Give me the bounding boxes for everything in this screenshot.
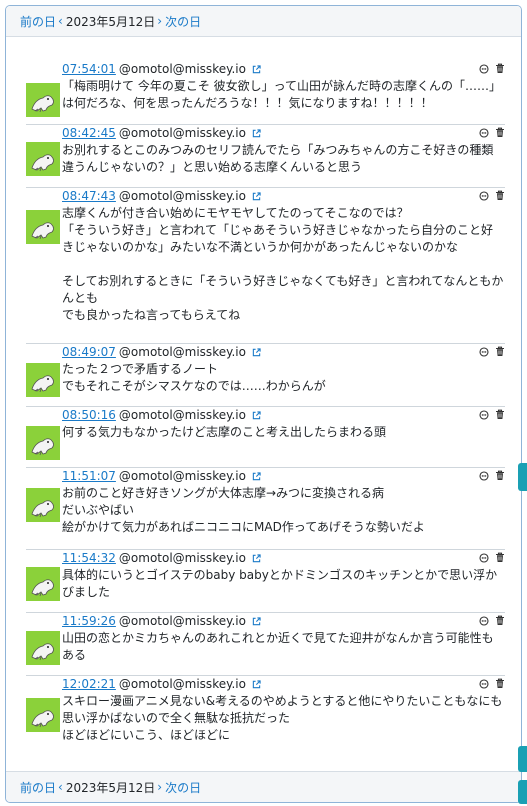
note-username: @omotol@misskey.io xyxy=(118,62,246,76)
external-link-icon[interactable] xyxy=(252,614,261,626)
note-item: 08:42:45 @omotol@misskey.io お別れするとこのみつみのセリ… xyxy=(26,124,505,176)
external-link-icon[interactable] xyxy=(252,677,261,689)
quote-icon[interactable] xyxy=(479,469,489,481)
avatar[interactable] xyxy=(26,698,60,732)
timeline-panel: 前の日 ‹ 2023年5月12日 › 次の日 07:54:01 @omotol@m… xyxy=(5,5,522,803)
note-item: 11:51:07 @omotol@misskey.io お前のこと好き好きソングが大… xyxy=(26,467,505,536)
chevron-right-icon: › xyxy=(157,780,163,794)
note-text: 何する気力もなかったけど志摩のこと考え出したらまわる頭 xyxy=(62,425,387,439)
avatar[interactable] xyxy=(26,142,60,176)
trash-icon[interactable] xyxy=(495,189,505,200)
side-scroll-tab[interactable] xyxy=(518,780,527,804)
side-scroll-tab[interactable] xyxy=(518,463,527,491)
note-text: お別れするとこのみつみのセリフ読んでたら「みつみちゃんの方こそ好きの種類違うんじ… xyxy=(62,143,494,174)
note-time-link[interactable]: 11:54:32 xyxy=(62,551,116,565)
avatar[interactable] xyxy=(26,210,60,244)
note-username: @omotol@misskey.io xyxy=(118,126,246,140)
prev-day-link[interactable]: 前の日 xyxy=(20,779,56,796)
chevron-right-icon: › xyxy=(157,14,163,28)
next-day-link[interactable]: 次の日 xyxy=(165,13,201,30)
trash-icon[interactable] xyxy=(495,614,505,625)
note-time-link[interactable]: 08:42:45 xyxy=(62,126,116,140)
note-item: 08:47:43 @omotol@misskey.io 志摩くんが付き合い始めにモヤ… xyxy=(26,187,505,324)
trash-icon[interactable] xyxy=(495,469,505,480)
note-time-link[interactable]: 12:02:21 xyxy=(62,677,116,691)
external-link-icon[interactable] xyxy=(252,408,261,420)
note-time-link[interactable]: 11:51:07 xyxy=(62,469,116,483)
note-text: 志摩くんが付き合い始めにモヤモヤしてたのってそこなのでは？ 「そういう好き」と言… xyxy=(62,206,504,322)
trash-icon[interactable] xyxy=(495,126,505,137)
note-item: 07:54:01 @omotol@misskey.io 「梅雨明けて 今年の夏こそ … xyxy=(26,61,505,117)
date-nav-bottom: 前の日 ‹ 2023年5月12日 › 次の日 xyxy=(6,771,521,802)
quote-icon[interactable] xyxy=(479,62,489,74)
quote-icon[interactable] xyxy=(479,551,489,563)
quote-icon[interactable] xyxy=(479,408,489,420)
external-link-icon[interactable] xyxy=(252,469,261,481)
note-item: 11:59:26 @omotol@misskey.io 山田の恋とかミカちゃんのあれ… xyxy=(26,612,505,665)
side-scroll-tab[interactable] xyxy=(518,746,527,772)
note-text: 具体的にいうとゴイステのbaby babyとかドミンゴスのキッチンとかで思い浮か… xyxy=(62,568,498,599)
external-link-icon[interactable] xyxy=(252,189,261,201)
note-username: @omotol@misskey.io xyxy=(118,408,246,422)
trash-icon[interactable] xyxy=(495,677,505,688)
note-time-link[interactable]: 07:54:01 xyxy=(62,62,116,76)
trash-icon[interactable] xyxy=(495,408,505,419)
quote-icon[interactable] xyxy=(479,677,489,689)
note-item: 08:50:16 @omotol@misskey.io 何する気力もなかったけど志摩… xyxy=(26,406,505,460)
external-link-icon[interactable] xyxy=(252,126,261,138)
note-username: @omotol@misskey.io xyxy=(118,614,246,628)
prev-day-link[interactable]: 前の日 xyxy=(20,13,56,30)
note-text: たった２つで矛盾するノート でもそれこそがシマスケなのでは……わからんが xyxy=(62,362,326,393)
trash-icon[interactable] xyxy=(495,551,505,562)
avatar[interactable] xyxy=(26,426,60,460)
note-time-link[interactable]: 08:50:16 xyxy=(62,408,116,422)
avatar[interactable] xyxy=(26,567,60,601)
external-link-icon[interactable] xyxy=(252,345,261,357)
avatar[interactable] xyxy=(26,488,60,522)
next-day-link[interactable]: 次の日 xyxy=(165,779,201,796)
note-username: @omotol@misskey.io xyxy=(118,189,246,203)
note-item: 11:54:32 @omotol@misskey.io 具体的にいうとゴイステのba… xyxy=(26,549,505,601)
avatar[interactable] xyxy=(26,83,60,117)
avatar[interactable] xyxy=(26,363,60,397)
note-text: スキロー漫画アニメ見ない&考えるのやめようとすると他にやりたいこともなにも思い浮… xyxy=(62,694,503,742)
note-username: @omotol@misskey.io xyxy=(118,469,246,483)
trash-icon[interactable] xyxy=(495,62,505,73)
note-username: @omotol@misskey.io xyxy=(118,551,246,565)
current-date: 2023年5月12日 xyxy=(65,780,156,795)
note-item: 12:02:21 @omotol@misskey.io スキロー漫画アニメ見ない&考… xyxy=(26,675,505,744)
note-time-link[interactable]: 08:49:07 xyxy=(62,345,116,359)
avatar[interactable] xyxy=(26,631,60,665)
quote-icon[interactable] xyxy=(479,126,489,138)
quote-icon[interactable] xyxy=(479,614,489,626)
chevron-left-icon: ‹ xyxy=(58,780,63,794)
trash-icon[interactable] xyxy=(495,345,505,356)
current-date: 2023年5月12日 xyxy=(65,14,156,29)
chevron-left-icon: ‹ xyxy=(58,14,63,28)
quote-icon[interactable] xyxy=(479,345,489,357)
note-username: @omotol@misskey.io xyxy=(118,345,246,359)
date-nav-top: 前の日 ‹ 2023年5月12日 › 次の日 xyxy=(6,6,521,37)
note-text: 山田の恋とかミカちゃんのあれこれとか近くで見てた迎井がなんか言う可能性もある xyxy=(62,631,494,662)
quote-icon[interactable] xyxy=(479,189,489,201)
note-time-link[interactable]: 11:59:26 xyxy=(62,614,116,628)
note-username: @omotol@misskey.io xyxy=(118,677,246,691)
note-text: お前のこと好き好きソングが大体志摩→みつに変換される病 だいぶやばい 絵がかけて… xyxy=(62,486,425,534)
note-text: 「梅雨明けて 今年の夏こそ 彼女欲し」って山田が詠んだ時の志摩くんの「……」は何… xyxy=(62,79,502,110)
note-time-link[interactable]: 08:47:43 xyxy=(62,189,116,203)
external-link-icon[interactable] xyxy=(252,551,261,563)
external-link-icon[interactable] xyxy=(252,62,261,74)
note-item: 08:49:07 @omotol@misskey.io たった２つで矛盾するノート … xyxy=(26,343,505,397)
